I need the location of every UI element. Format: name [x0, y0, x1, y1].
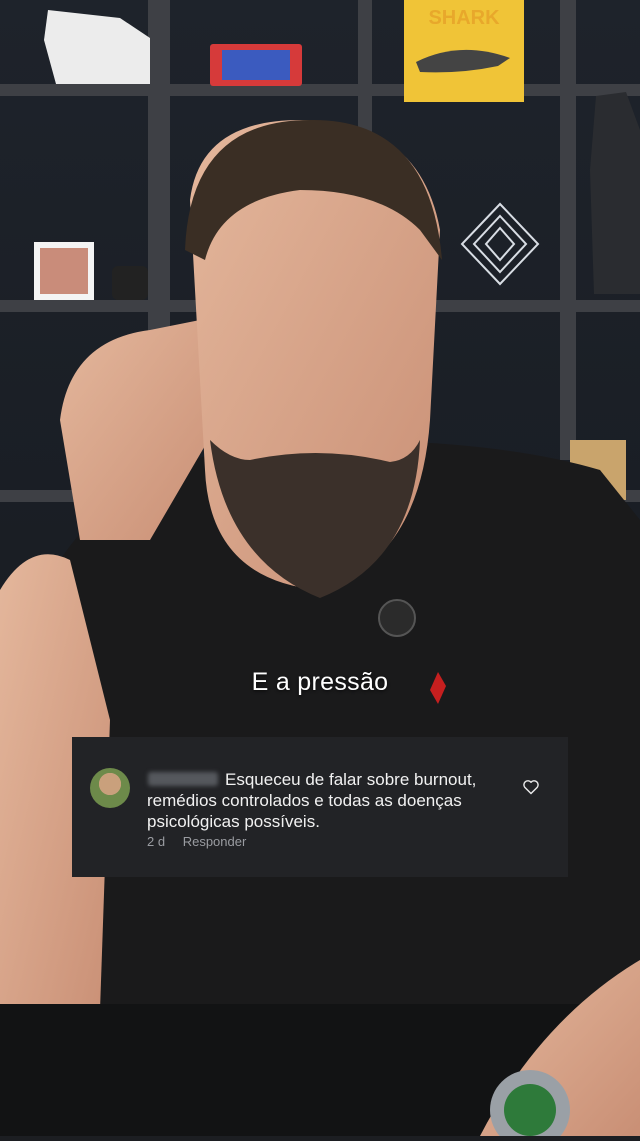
lapel-microphone	[378, 599, 416, 637]
heart-icon[interactable]	[522, 779, 540, 795]
reply-button[interactable]: Responder	[183, 834, 247, 849]
shark-poster-title: SHARK	[428, 7, 500, 29]
video-caption: E a pressão	[251, 668, 389, 696]
video-background: SHARK	[0, 0, 640, 1141]
comment-card[interactable]: Esqueceu de falar sobre burnout, remédio…	[72, 737, 568, 877]
comment-text: Esqueceu de falar sobre burnout, remédio…	[147, 770, 477, 831]
comment-time: 2 d	[147, 834, 166, 849]
avatar[interactable]	[90, 768, 130, 808]
batman-figure	[590, 92, 640, 294]
camera-object	[112, 266, 148, 300]
comment-meta: 2 d Responder	[147, 834, 260, 849]
video-frame: SHARK E a pressão Esqueceu de falar sobr…	[0, 0, 640, 1141]
